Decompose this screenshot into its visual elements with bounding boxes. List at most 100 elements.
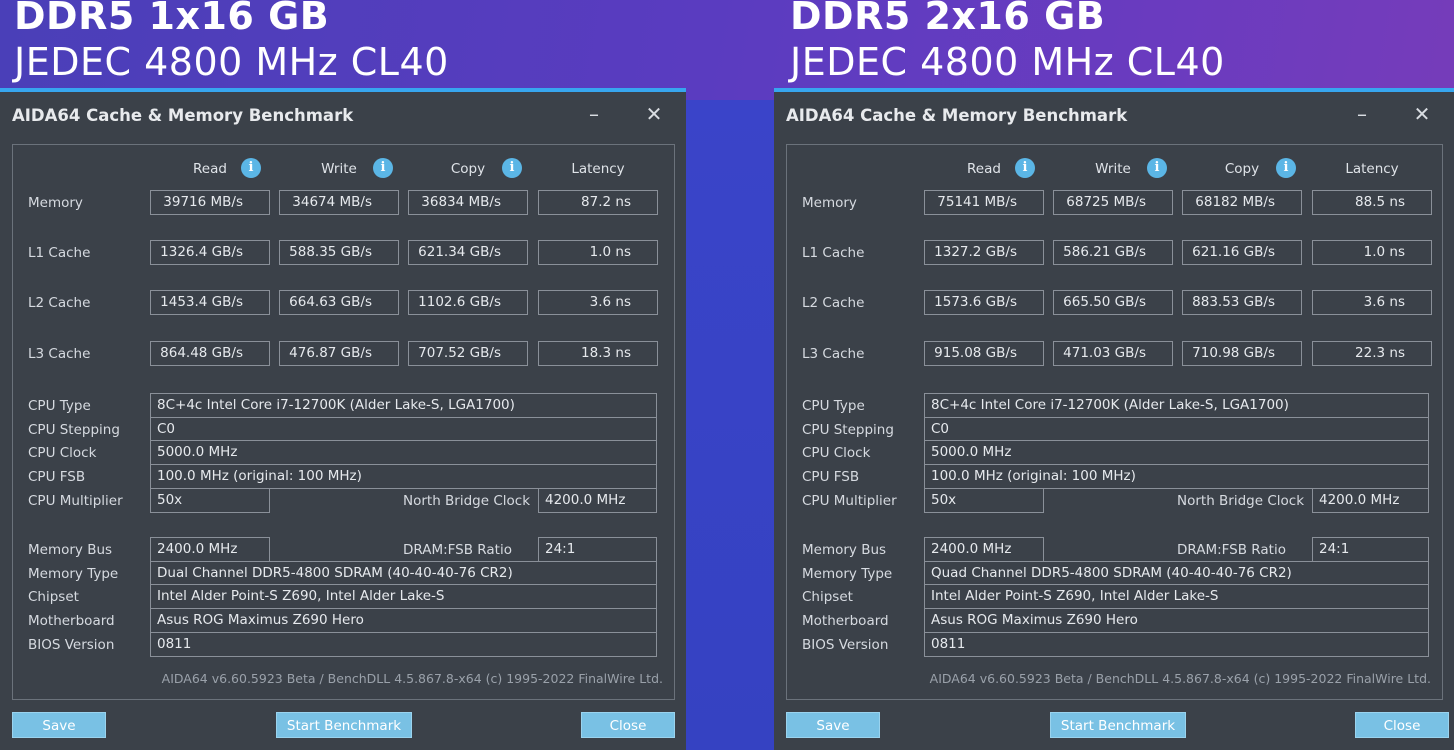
bios-value: 0811 <box>150 632 657 657</box>
label-bios: BIOS Version <box>802 637 889 653</box>
row-label-l3: L3 Cache <box>28 346 91 362</box>
window-titlebar[interactable]: AIDA64 Cache & Memory Benchmark – ✕ <box>774 92 1454 140</box>
version-footer: AIDA64 v6.60.5923 Beta / BenchDLL 4.5.86… <box>929 671 1431 686</box>
minimize-icon[interactable]: – <box>1348 100 1376 128</box>
l1-read-value: 1327.2 GB/s <box>924 240 1044 265</box>
l2-copy-value: 1102.6 GB/s <box>408 290 528 315</box>
nb-clock-value: 4200.0 MHz <box>1312 488 1429 513</box>
row-label-memory: Memory <box>28 195 83 211</box>
l2-write-value: 664.63 GB/s <box>279 290 399 315</box>
memory-type-value: Dual Channel DDR5-4800 SDRAM (40-40-40-7… <box>150 561 657 586</box>
label-cpu-multiplier: CPU Multiplier <box>802 493 897 509</box>
memory-latency-value: 87.2 ns <box>538 190 658 215</box>
label-cpu-clock: CPU Clock <box>802 445 871 461</box>
close-icon[interactable]: ✕ <box>1408 100 1436 128</box>
panel-headline: DDR5 1x16 GB <box>14 0 330 38</box>
chipset-value: Intel Alder Point-S Z690, Intel Alder La… <box>150 584 657 609</box>
read-info-icon[interactable]: i <box>241 158 261 178</box>
start-benchmark-button[interactable]: Start Benchmark <box>276 712 412 738</box>
start-benchmark-button[interactable]: Start Benchmark <box>1050 712 1186 738</box>
l3-latency-value: 22.3 ns <box>1312 341 1432 366</box>
copy-info-icon[interactable]: i <box>1276 158 1296 178</box>
label-chipset: Chipset <box>28 589 79 605</box>
l1-read-value: 1326.4 GB/s <box>150 240 270 265</box>
cpu-multiplier-value: 50x <box>924 488 1044 513</box>
aida64-window: AIDA64 Cache & Memory Benchmark – ✕ Read… <box>774 88 1454 750</box>
window-titlebar[interactable]: AIDA64 Cache & Memory Benchmark – ✕ <box>0 92 686 140</box>
l3-copy-value: 710.98 GB/s <box>1182 341 1302 366</box>
l3-read-value: 864.48 GB/s <box>150 341 270 366</box>
aida64-window: AIDA64 Cache & Memory Benchmark – ✕ Read… <box>0 88 686 750</box>
motherboard-value: Asus ROG Maximus Z690 Hero <box>150 608 657 633</box>
l2-latency-value: 3.6 ns <box>538 290 658 315</box>
label-bios: BIOS Version <box>28 637 115 653</box>
l1-write-value: 586.21 GB/s <box>1053 240 1173 265</box>
read-info-icon[interactable]: i <box>1015 158 1035 178</box>
window-title: AIDA64 Cache & Memory Benchmark <box>786 106 1128 125</box>
l1-write-value: 588.35 GB/s <box>279 240 399 265</box>
row-label-l1: L1 Cache <box>802 245 865 261</box>
memory-latency-value: 88.5 ns <box>1312 190 1432 215</box>
label-cpu-stepping: CPU Stepping <box>28 422 120 438</box>
l1-latency-value: 1.0 ns <box>538 240 658 265</box>
cpu-clock-value: 5000.0 MHz <box>150 440 657 465</box>
close-button[interactable]: Close <box>1355 712 1449 738</box>
save-button[interactable]: Save <box>786 712 880 738</box>
l1-copy-value: 621.34 GB/s <box>408 240 528 265</box>
memory-read-value: 75141 MB/s <box>924 190 1044 215</box>
row-label-l3: L3 Cache <box>802 346 865 362</box>
memory-write-value: 34674 MB/s <box>279 190 399 215</box>
row-label-memory: Memory <box>802 195 857 211</box>
benchmark-panel-1x16: DDR5 1x16 GB JEDEC 4800 MHz CL40 AIDA64 … <box>0 0 686 750</box>
label-cpu-type: CPU Type <box>28 398 91 414</box>
copy-info-icon[interactable]: i <box>502 158 522 178</box>
column-latency: Latency <box>571 161 625 177</box>
dram-fsb-value: 24:1 <box>1312 537 1429 562</box>
label-nb-clock: North Bridge Clock <box>1177 493 1305 509</box>
cpu-multiplier-value: 50x <box>150 488 270 513</box>
label-dram-fsb: DRAM:FSB Ratio <box>1177 542 1286 558</box>
cpu-fsb-value: 100.0 MHz (original: 100 MHz) <box>924 464 1429 489</box>
memory-copy-value: 68182 MB/s <box>1182 190 1302 215</box>
label-memory-bus: Memory Bus <box>802 542 887 558</box>
panel-subheadline: JEDEC 4800 MHz CL40 <box>14 40 449 84</box>
l3-read-value: 915.08 GB/s <box>924 341 1044 366</box>
l3-copy-value: 707.52 GB/s <box>408 341 528 366</box>
nb-clock-value: 4200.0 MHz <box>538 488 657 513</box>
window-title: AIDA64 Cache & Memory Benchmark <box>12 106 354 125</box>
l3-latency-value: 18.3 ns <box>538 341 658 366</box>
label-motherboard: Motherboard <box>28 613 115 629</box>
memory-copy-value: 36834 MB/s <box>408 190 528 215</box>
label-cpu-multiplier: CPU Multiplier <box>28 493 123 509</box>
l2-copy-value: 883.53 GB/s <box>1182 290 1302 315</box>
label-cpu-type: CPU Type <box>802 398 865 414</box>
benchmark-content: Read i Write i Copy i Latency Memory 397… <box>12 144 675 700</box>
row-label-l1: L1 Cache <box>28 245 91 261</box>
write-info-icon[interactable]: i <box>1147 158 1167 178</box>
benchmark-panel-2x16: DDR5 2x16 GB JEDEC 4800 MHz CL40 AIDA64 … <box>774 0 1454 750</box>
version-footer: AIDA64 v6.60.5923 Beta / BenchDLL 4.5.86… <box>161 671 663 686</box>
column-latency: Latency <box>1345 161 1399 177</box>
close-icon[interactable]: ✕ <box>640 100 668 128</box>
row-label-l2: L2 Cache <box>802 295 865 311</box>
close-button[interactable]: Close <box>581 712 675 738</box>
save-button[interactable]: Save <box>12 712 106 738</box>
motherboard-value: Asus ROG Maximus Z690 Hero <box>924 608 1429 633</box>
panel-headline: DDR5 2x16 GB <box>790 0 1106 38</box>
l2-write-value: 665.50 GB/s <box>1053 290 1173 315</box>
label-memory-bus: Memory Bus <box>28 542 113 558</box>
label-cpu-fsb: CPU FSB <box>28 469 86 485</box>
cpu-type-value: 8C+4c Intel Core i7-12700K (Alder Lake-S… <box>924 393 1429 418</box>
l3-write-value: 471.03 GB/s <box>1053 341 1173 366</box>
minimize-icon[interactable]: – <box>580 100 608 128</box>
l2-read-value: 1573.6 GB/s <box>924 290 1044 315</box>
memory-bus-value: 2400.0 MHz <box>924 537 1044 562</box>
write-info-icon[interactable]: i <box>373 158 393 178</box>
panel-subheadline: JEDEC 4800 MHz CL40 <box>790 40 1225 84</box>
label-nb-clock: North Bridge Clock <box>403 493 531 509</box>
l2-latency-value: 3.6 ns <box>1312 290 1432 315</box>
memory-bus-value: 2400.0 MHz <box>150 537 270 562</box>
memory-read-value: 39716 MB/s <box>150 190 270 215</box>
cpu-clock-value: 5000.0 MHz <box>924 440 1429 465</box>
label-memory-type: Memory Type <box>802 566 893 582</box>
